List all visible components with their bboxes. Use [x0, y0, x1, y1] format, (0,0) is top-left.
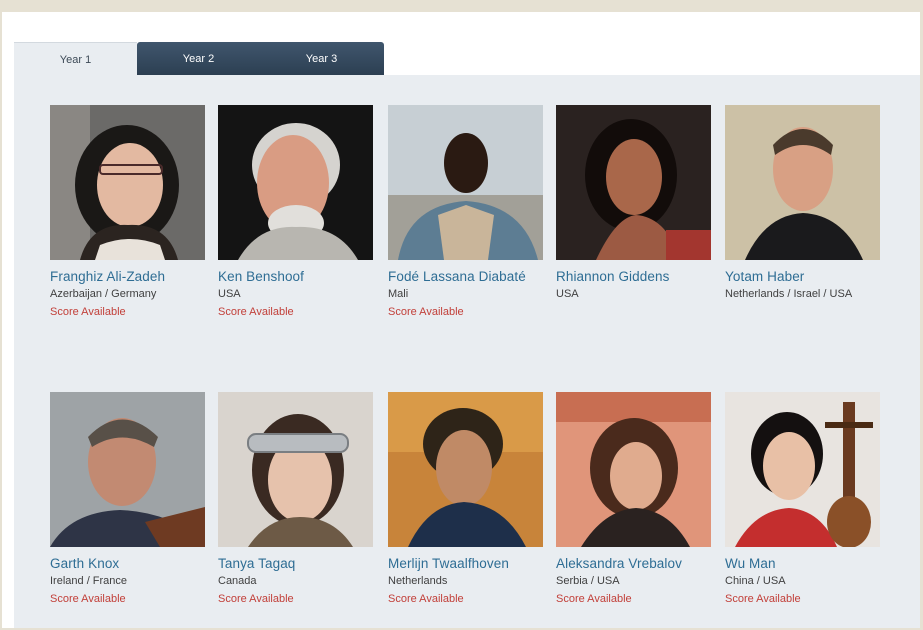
- score-available-link[interactable]: Score Available: [388, 306, 548, 318]
- composer-photo[interactable]: [218, 392, 373, 547]
- composer-name[interactable]: Ken Benshoof: [218, 269, 378, 284]
- composer-card[interactable]: Franghiz Ali-Zadeh Azerbaijan / Germany …: [50, 105, 210, 318]
- composer-card[interactable]: Tanya Tagaq Canada Score Available: [218, 392, 378, 605]
- composer-name[interactable]: Wu Man: [725, 556, 885, 571]
- composer-grid-panel: Franghiz Ali-Zadeh Azerbaijan / Germany …: [14, 75, 920, 628]
- composer-country: Canada: [218, 575, 257, 587]
- score-available-link[interactable]: Score Available: [50, 306, 210, 318]
- composer-country: Netherlands / Israel / USA: [725, 288, 853, 300]
- composer-card[interactable]: Wu Man China / USA Score Available: [725, 392, 885, 605]
- score-available-link[interactable]: Score Available: [218, 593, 378, 605]
- tab-year-2[interactable]: Year 2: [137, 42, 260, 75]
- composer-name[interactable]: Yotam Haber: [725, 269, 885, 284]
- tab-year-1[interactable]: Year 1: [14, 42, 137, 76]
- composer-country: China / USA: [725, 575, 786, 587]
- composer-card[interactable]: Aleksandra Vrebalov Serbia / USA Score A…: [556, 392, 716, 605]
- composer-country: USA: [556, 288, 579, 300]
- composer-country: Serbia / USA: [556, 575, 620, 587]
- composer-photo[interactable]: [388, 392, 543, 547]
- inactive-tab-group: Year 2 Year 3: [137, 42, 384, 75]
- composer-card[interactable]: Ken Benshoof USA Score Available: [218, 105, 378, 318]
- composer-country: Netherlands: [388, 575, 448, 587]
- composer-photo[interactable]: [725, 392, 880, 547]
- score-available-link[interactable]: Score Available: [725, 593, 885, 605]
- year-tabs: Year 1 Year 2 Year 3: [14, 42, 384, 76]
- score-available-link[interactable]: Score Available: [388, 593, 548, 605]
- composer-name[interactable]: Garth Knox: [50, 556, 210, 571]
- composer-country: USA: [218, 288, 241, 300]
- composer-card[interactable]: Fodé Lassana Diabaté Mali Score Availabl…: [388, 105, 548, 318]
- composer-card[interactable]: Rhiannon Giddens USA: [556, 105, 716, 306]
- composer-card[interactable]: Yotam Haber Netherlands / Israel / USA: [725, 105, 885, 306]
- composer-photo[interactable]: [725, 105, 880, 260]
- composer-name[interactable]: Tanya Tagaq: [218, 556, 378, 571]
- score-available-link[interactable]: Score Available: [50, 593, 210, 605]
- composer-country: Azerbaijan / Germany: [50, 288, 157, 300]
- composer-card[interactable]: Merlijn Twaalfhoven Netherlands Score Av…: [388, 392, 548, 605]
- composer-name[interactable]: Merlijn Twaalfhoven: [388, 556, 548, 571]
- composer-name[interactable]: Rhiannon Giddens: [556, 269, 716, 284]
- composer-photo[interactable]: [556, 392, 711, 547]
- composer-photo[interactable]: [50, 392, 205, 547]
- score-available-link[interactable]: Score Available: [218, 306, 378, 318]
- composer-name[interactable]: Fodé Lassana Diabaté: [388, 269, 548, 284]
- composer-name[interactable]: Franghiz Ali-Zadeh: [50, 269, 210, 284]
- composer-name[interactable]: Aleksandra Vrebalov: [556, 556, 716, 571]
- composer-country: Mali: [388, 288, 409, 300]
- composer-photo[interactable]: [50, 105, 205, 260]
- composer-country: Ireland / France: [50, 575, 128, 587]
- composer-photo[interactable]: [556, 105, 711, 260]
- score-available-link[interactable]: Score Available: [556, 593, 716, 605]
- composer-photo[interactable]: [218, 105, 373, 260]
- composer-card[interactable]: Garth Knox Ireland / France Score Availa…: [50, 392, 210, 605]
- composer-photo[interactable]: [388, 105, 543, 260]
- tab-year-3[interactable]: Year 3: [260, 42, 383, 75]
